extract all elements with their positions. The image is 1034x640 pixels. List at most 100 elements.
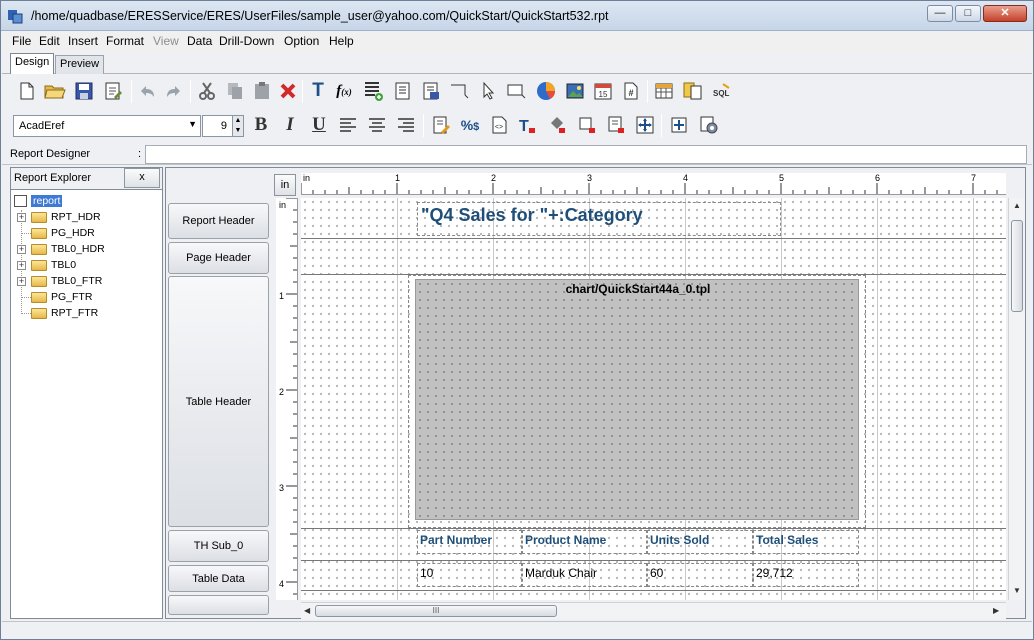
insert-subreport-icon[interactable] — [391, 79, 415, 103]
crosstab-icon[interactable] — [652, 79, 676, 103]
font-size-spinner[interactable]: 9 ▲ ▼ — [202, 115, 244, 137]
fill-color-icon[interactable] — [545, 113, 569, 137]
horizontal-scroll-thumb[interactable]: III — [315, 605, 557, 617]
section-page-header[interactable]: Page Header — [168, 242, 269, 274]
menu-option[interactable]: Option — [284, 34, 319, 48]
column-header-total-sales[interactable]: Total Sales — [753, 530, 859, 554]
copy-icon[interactable] — [223, 79, 247, 103]
design-canvas[interactable]: "Q4 Sales for "+:Category chart/QuickSta… — [301, 198, 1006, 600]
menu-edit[interactable]: Edit — [39, 34, 60, 48]
insert-table-icon[interactable] — [419, 79, 443, 103]
section-next[interactable] — [168, 595, 269, 615]
sql-icon[interactable]: SQL — [710, 79, 734, 103]
data-cell-units-sold[interactable]: 60 — [647, 563, 753, 587]
ruler-label: 5 — [779, 173, 785, 183]
vertical-scroll-thumb[interactable] — [1011, 220, 1023, 312]
tab-design[interactable]: Design — [10, 53, 55, 74]
tree-node-pg-hdr[interactable]: PG_HDR — [31, 225, 95, 241]
insert-page-number-icon[interactable]: # — [619, 79, 643, 103]
spinner-arrows-icon[interactable]: ▲ ▼ — [232, 116, 243, 136]
expand-icon[interactable]: + — [17, 245, 26, 254]
number-format-icon[interactable]: %$ — [458, 113, 482, 137]
column-header-units-sold[interactable]: Units Sold — [647, 530, 753, 554]
tree-node-tbl0-ftr[interactable]: TBL0_FTR — [31, 273, 102, 289]
new-file-icon[interactable] — [15, 79, 39, 103]
explorer-close-button[interactable]: x — [124, 168, 160, 188]
expand-icon[interactable]: + — [17, 277, 26, 286]
chart-placeholder[interactable]: chart/QuickStart44a_0.tpl — [415, 279, 859, 520]
scroll-down-icon[interactable]: ▼ — [1013, 586, 1021, 595]
unit-toggle-button[interactable]: in — [274, 174, 296, 196]
report-title-field[interactable]: "Q4 Sales for "+:Category — [417, 202, 781, 236]
align-left-icon[interactable] — [336, 113, 360, 137]
tree-node-tbl0-hdr[interactable]: TBL0_HDR — [31, 241, 105, 257]
insert-formula-icon[interactable]: f(x) — [332, 79, 356, 103]
align-right-icon[interactable] — [394, 113, 418, 137]
maximize-button[interactable]: □ — [955, 5, 981, 22]
section-th-sub-0[interactable]: TH Sub_0 — [168, 530, 269, 562]
horizontal-scrollbar[interactable]: ◀ III ▶ — [301, 602, 1006, 619]
underline-button[interactable]: U — [307, 113, 331, 137]
data-cell-total-sales[interactable]: 29,712 — [753, 563, 859, 587]
data-cell-part-number[interactable]: 10 — [417, 563, 522, 587]
edit-properties-icon[interactable] — [429, 113, 453, 137]
section-table-data[interactable]: Table Data — [168, 565, 269, 592]
menu-view[interactable]: View — [153, 34, 179, 48]
insert-date-icon[interactable]: 15 — [591, 79, 615, 103]
scroll-up-icon[interactable]: ▲ — [1013, 201, 1021, 210]
resize-icon[interactable] — [633, 113, 657, 137]
data-cell-product-name[interactable]: Marduk Chair — [522, 563, 647, 587]
insert-column-icon[interactable] — [362, 79, 386, 103]
move-icon[interactable] — [667, 113, 691, 137]
font-family-select[interactable]: AcadEref ▼ — [13, 115, 201, 137]
settings-gear-icon[interactable] — [697, 113, 721, 137]
expand-icon[interactable]: + — [17, 261, 26, 270]
menu-format[interactable]: Format — [106, 34, 144, 48]
insert-line-icon[interactable] — [448, 79, 472, 103]
undo-icon[interactable] — [135, 79, 159, 103]
html-tag-icon[interactable]: <> — [487, 113, 511, 137]
minimize-button[interactable]: — — [927, 5, 953, 22]
property-value-field[interactable] — [145, 145, 1027, 164]
align-center-icon[interactable] — [365, 113, 389, 137]
close-button[interactable]: ✕ — [983, 5, 1027, 22]
text-color-icon[interactable]: T — [515, 113, 539, 137]
border-style-icon[interactable] — [604, 113, 628, 137]
menu-help[interactable]: Help — [329, 34, 354, 48]
menu-data[interactable]: Data — [187, 34, 212, 48]
insert-rectangle-icon[interactable] — [505, 79, 529, 103]
section-table-header[interactable]: Table Header — [168, 276, 269, 527]
save-icon[interactable] — [72, 79, 96, 103]
italic-button[interactable]: I — [278, 113, 302, 137]
tree-connector — [22, 313, 31, 314]
paste-icon[interactable] — [250, 79, 274, 103]
save-as-icon[interactable] — [101, 79, 125, 103]
insert-text-icon[interactable]: T — [306, 79, 330, 103]
redo-icon[interactable] — [162, 79, 186, 103]
column-header-part-number[interactable]: Part Number — [417, 530, 522, 554]
delete-icon[interactable] — [276, 79, 300, 103]
menu-drill-down[interactable]: Drill-Down — [219, 34, 274, 48]
section-report-header[interactable]: Report Header — [168, 203, 269, 239]
cut-icon[interactable] — [195, 79, 219, 103]
tree-node-tbl0[interactable]: TBL0 — [31, 257, 76, 273]
scroll-right-icon[interactable]: ▶ — [993, 606, 999, 615]
open-folder-icon[interactable] — [43, 79, 67, 103]
pointer-icon[interactable] — [476, 79, 500, 103]
menu-file[interactable]: File — [12, 34, 31, 48]
insert-image-icon[interactable] — [563, 79, 587, 103]
tree-node-rpt-ftr[interactable]: RPT_FTR — [31, 305, 98, 321]
insert-chart-icon[interactable] — [534, 79, 558, 103]
tree-node-report[interactable]: report — [14, 193, 63, 209]
border-color-icon[interactable] — [575, 113, 599, 137]
tab-preview[interactable]: Preview — [55, 55, 105, 74]
expand-icon[interactable]: + — [17, 213, 26, 222]
scroll-left-icon[interactable]: ◀ — [304, 606, 310, 615]
data-source-icon[interactable] — [681, 79, 705, 103]
menu-insert[interactable]: Insert — [68, 34, 98, 48]
tree-node-pg-ftr[interactable]: PG_FTR — [31, 289, 92, 305]
column-header-product-name[interactable]: Product Name — [522, 530, 647, 554]
vertical-scrollbar[interactable]: ▲ ▼ — [1008, 198, 1025, 600]
bold-button[interactable]: B — [249, 113, 273, 137]
tree-node-rpt-hdr[interactable]: RPT_HDR — [31, 209, 101, 225]
